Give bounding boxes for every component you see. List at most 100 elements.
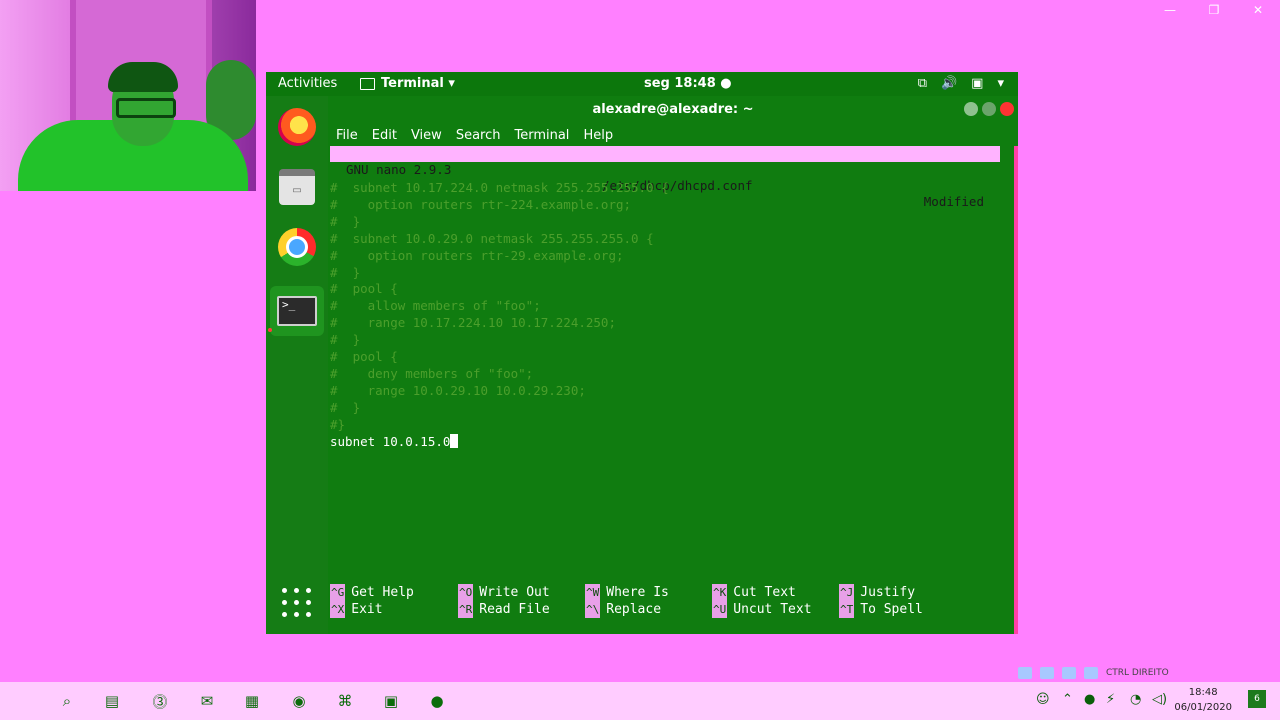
app-menu[interactable]: Terminal ▾: [360, 76, 455, 91]
nano-header: GNU nano 2.9.3 /etc/dhcp/dhcpd.conf Modi…: [330, 146, 1000, 209]
virtual-machine-screen: Activities Terminal ▾ seg 18:48 ● ⧉ 🔊 ▣ …: [266, 72, 1018, 634]
search-icon[interactable]: ⌕: [56, 690, 78, 712]
taskbar-clock[interactable]: 18:48 06/01/2020: [1174, 685, 1232, 715]
host-close-button[interactable]: ✕: [1236, 0, 1280, 20]
dock-terminal[interactable]: >_: [270, 286, 324, 336]
code-line: # }: [330, 213, 361, 229]
code-line: # }: [330, 332, 361, 348]
shortcut-to-spell: ^T To Spell: [839, 601, 923, 618]
speaker-icon[interactable]: ◁): [1152, 692, 1167, 707]
gnome-top-bar: Activities Terminal ▾ seg 18:48 ● ⧉ 🔊 ▣ …: [266, 72, 1018, 96]
code-line: # option routers rtr-29.example.org;: [330, 247, 624, 263]
code-line: # subnet 10.0.29.0 netmask 255.255.255.0…: [330, 230, 654, 246]
files-icon: ▭: [279, 169, 315, 205]
menu-view[interactable]: View: [411, 128, 442, 143]
clock-date: 06/01/2020: [1174, 702, 1232, 713]
menu-help[interactable]: Help: [583, 128, 613, 143]
battery-icon: ▣: [971, 76, 984, 91]
people-icon[interactable]: ☺: [1036, 692, 1050, 707]
acrobat-icon[interactable]: ⌘: [334, 690, 356, 712]
dock-files[interactable]: ▭: [276, 166, 318, 208]
clock-time: 18:48: [1188, 687, 1218, 698]
shortcut-write-out: ^O Write Out: [458, 584, 550, 601]
current-edit-line: subnet 10.0.15.0: [330, 433, 451, 449]
host-status-strip: CTRL DIREITO: [1018, 664, 1280, 682]
running-indicator: [268, 328, 272, 332]
tray-expand-icon[interactable]: ⌃: [1062, 692, 1073, 707]
window-buttons: [964, 102, 1014, 116]
windows-taskbar: ⌕ ▤ ⓷ ✉ ▦ ◉ ⌘ ▣ ● ☺ ⌃ ● ⚡ ◔ ◁) 18:48 06/…: [0, 682, 1280, 720]
minimize-button[interactable]: [964, 102, 978, 116]
code-line: # pool {: [330, 281, 398, 297]
code-line: # }: [330, 399, 361, 415]
code-line: # option routers rtr-224.example.org;: [330, 196, 632, 212]
store-icon[interactable]: ▦: [241, 690, 263, 712]
ubuntu-dock: ▭ >_: [266, 96, 328, 634]
shortcut-exit: ^X Exit: [330, 601, 383, 618]
host-window-controls: — ❐ ✕: [1148, 0, 1280, 20]
terminal-titlebar[interactable]: alexadre@alexadre: ~: [328, 96, 1018, 124]
menu-file[interactable]: File: [336, 128, 358, 143]
virtualbox-icon[interactable]: ▣: [380, 690, 402, 712]
terminal-content[interactable]: GNU nano 2.9.3 /etc/dhcp/dhcpd.conf Modi…: [330, 146, 1012, 630]
vm-status-icon: [1062, 667, 1076, 679]
code-line: # allow members of "foo";: [330, 298, 541, 314]
terminal-scrollbar[interactable]: [1014, 146, 1018, 634]
code-line: #}: [330, 416, 346, 432]
code-line: # pool {: [330, 349, 398, 365]
vm-status-icon: [1040, 667, 1054, 679]
host-minimize-button[interactable]: —: [1148, 0, 1192, 20]
microphone-icon[interactable]: ●: [1084, 692, 1095, 707]
terminal-icon: [360, 77, 375, 90]
vm-status-icon: [1018, 667, 1032, 679]
activities-button[interactable]: Activities: [278, 76, 337, 91]
top-bar-clock[interactable]: seg 18:48 ●: [644, 76, 732, 91]
menu-edit[interactable]: Edit: [372, 128, 397, 143]
terminal-window-title: alexadre@alexadre: ~: [592, 102, 754, 117]
dock-chrome[interactable]: [276, 226, 318, 268]
webcam-person-glasses: [116, 98, 176, 118]
nano-editor-text[interactable]: # subnet 10.17.224.0 netmask 255.255.255…: [330, 180, 669, 451]
shortcut-get-help: ^G Get Help: [330, 584, 414, 601]
chrome-icon: [278, 228, 316, 266]
close-button[interactable]: [1000, 102, 1014, 116]
start-windows-icon[interactable]: [12, 692, 30, 710]
nano-version: GNU nano 2.9.3: [346, 162, 452, 177]
wifi-icon[interactable]: ◔: [1130, 692, 1141, 707]
code-line: # deny members of "foo";: [330, 365, 534, 381]
mail-icon[interactable]: ✉: [196, 690, 218, 712]
shortcut-justify: ^J Justify: [839, 584, 916, 601]
taskbar-app-icon[interactable]: ⓷: [149, 690, 171, 712]
menu-arrow-icon: ▾: [997, 76, 1004, 91]
code-line: # subnet 10.17.224.0 netmask 255.255.255…: [330, 180, 669, 195]
nano-shortcut-bar: ^G Get Help ^O Write Out ^W Where Is ^K Cut …: [330, 584, 1000, 624]
task-view-icon[interactable]: ▤: [101, 690, 123, 712]
dock-firefox[interactable]: [276, 106, 318, 148]
nano-status: Modified: [923, 194, 984, 209]
shortcut-read-file: ^R Read File: [458, 601, 550, 618]
menu-search[interactable]: Search: [456, 128, 501, 143]
vm-status-icon: [1084, 667, 1098, 679]
chrome-taskbar-icon[interactable]: ◉: [288, 690, 310, 712]
notification-center-icon[interactable]: 6: [1248, 690, 1266, 708]
system-tray[interactable]: ⧉ 🔊 ▣ ▾: [918, 76, 1004, 91]
power-icon[interactable]: ⚡: [1106, 692, 1115, 707]
show-applications-icon[interactable]: [282, 588, 312, 618]
shortcut-where-is: ^W Where Is: [585, 584, 669, 601]
host-key-label: CTRL DIREITO: [1106, 668, 1169, 678]
text-cursor: [450, 433, 459, 448]
network-icon: ⧉: [917, 76, 927, 91]
webcam-person-hair: [108, 62, 178, 92]
maximize-button[interactable]: [982, 102, 996, 116]
webcam-overlay: [0, 0, 256, 191]
shortcut-replace: ^\ Replace: [585, 601, 662, 618]
menu-terminal[interactable]: Terminal: [514, 128, 569, 143]
volume-icon: 🔊: [940, 76, 958, 91]
code-line: # }: [330, 264, 361, 280]
shortcut-cut-text: ^K Cut Text: [712, 584, 796, 601]
code-line: # range 10.0.29.10 10.0.29.230;: [330, 382, 586, 398]
recorder-icon[interactable]: ●: [426, 690, 448, 712]
app-menu-label: Terminal ▾: [381, 76, 455, 91]
host-restore-button[interactable]: ❐: [1192, 0, 1236, 20]
shortcut-uncut-text: ^U Uncut Text: [712, 601, 812, 618]
